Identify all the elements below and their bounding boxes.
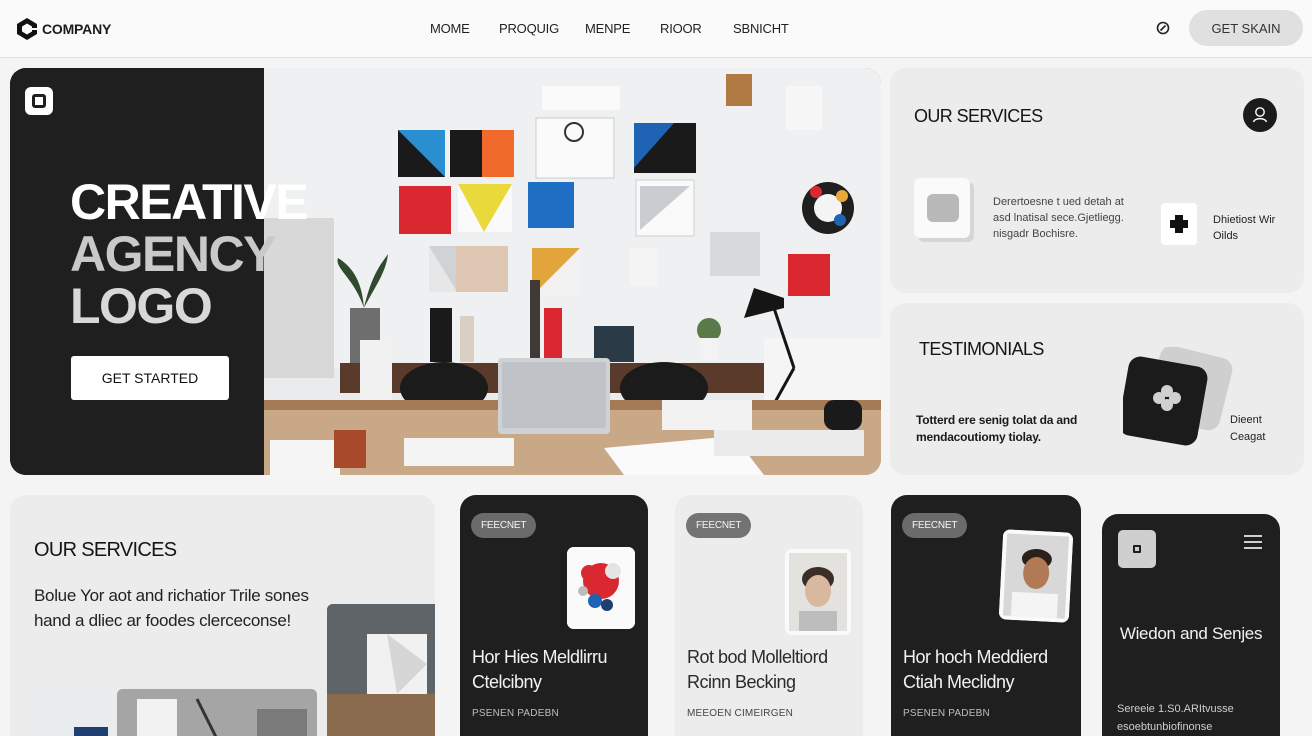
services-card-title: OUR SERVICES: [914, 106, 1043, 126]
testimonials-card: TESTIMONIALS Totterd ere senig tolat da …: [890, 303, 1304, 475]
portfolio-card-2[interactable]: FEECNET Rot bod Molleltiord Rcinn Beckin…: [675, 495, 863, 736]
testimonial-text: Totterd ere senig tolat da and mendacout…: [916, 413, 1078, 444]
bottom-services-card: OUR SERVICES Bolue Yor aot and richatior…: [10, 495, 435, 736]
hero-title-line-3: LOGO: [70, 278, 213, 334]
square-icon: [1133, 545, 1141, 553]
hero-banner: CREATIVE AGENCY LOGO GET STARTED: [10, 68, 881, 475]
portfolio-meta-1: PSENEN PADEBN: [472, 708, 559, 719]
plus-tile[interactable]: [1161, 203, 1197, 245]
hamburger-menu-icon[interactable]: [1244, 535, 1262, 549]
user-avatar-button[interactable]: [1243, 98, 1277, 132]
menu-card: Wiedon and Senjes Sereeie 1.S0.ARItvusse…: [1102, 514, 1280, 736]
portfolio-meta-2: MEEOEN CIMEIRGEN: [687, 708, 793, 719]
nav-link-2[interactable]: PROQUIG: [499, 21, 585, 36]
portfolio-card-3[interactable]: FEECNET Hor hoch Meddierd Ctiah Meclidny…: [891, 495, 1081, 736]
site-header: COMPANY MOME PROQUIG MENPE RIOOR SBNICHT…: [0, 0, 1312, 58]
portfolio-pill-1[interactable]: FEECNET: [471, 513, 537, 538]
portfolio-pill-2[interactable]: FEECNET: [686, 513, 752, 538]
hero-title-line-1: CREATIVE: [70, 174, 309, 230]
service-tile[interactable]: [914, 178, 970, 238]
nav-link-3[interactable]: MENPE: [585, 21, 660, 36]
compass-icon[interactable]: [1154, 19, 1172, 37]
menu-card-title: Wiedon and Senjes: [1119, 624, 1263, 643]
testimonials-title: TESTIMONIALS: [919, 339, 1044, 359]
bottom-services-text: Bolue Yor aot and richatior Trile sones …: [34, 586, 309, 630]
portfolio-title-1: Hor Hies Meldlirru Ctelcibny: [472, 647, 608, 692]
portfolio-thumb-2: [785, 549, 851, 635]
nav-link-5[interactable]: SBNICHT: [733, 21, 789, 36]
service-image-2: [117, 689, 317, 736]
menu-card-text: Sereeie 1.S0.ARItvusse esoebtunbiofinons…: [1117, 703, 1234, 733]
services-card-description: Derertoesne t ued detah at asd lnatisal …: [993, 196, 1124, 240]
header-cta-button[interactable]: GET SKAIN: [1189, 10, 1303, 46]
portfolio-meta-3: PSENEN PADEBN: [903, 708, 990, 719]
portfolio-title-2: Rot bod Molleltiord Rcinn Becking: [687, 647, 828, 692]
services-card: OUR SERVICES Derertoesne t ued detah at …: [890, 68, 1304, 293]
service-image-3: [327, 604, 435, 736]
nav-link-1[interactable]: MOME: [430, 21, 499, 36]
portfolio-thumb-3: [998, 529, 1074, 623]
hero-title: CREATIVE AGENCY LOGO: [70, 176, 390, 332]
service-image-1: [30, 689, 108, 736]
portfolio-thumb-1: [567, 547, 635, 629]
portfolio-title-3: Hor hoch Meddierd Ctiah Meclidny: [903, 647, 1048, 692]
menu-square-button[interactable]: [1118, 530, 1156, 568]
testimonial-author: Dieent Ceagat: [1230, 414, 1266, 443]
service-tile-icon: [927, 194, 959, 222]
portfolio-pill-3[interactable]: FEECNET: [902, 513, 968, 538]
user-icon: [1252, 107, 1268, 123]
nav-link-4[interactable]: RIOOR: [660, 21, 733, 36]
brand-logo[interactable]: COMPANY: [14, 16, 111, 42]
get-started-button[interactable]: GET STARTED: [71, 356, 229, 400]
bottom-services-title: OUR SERVICES: [34, 539, 177, 561]
hero-badge-icon: [25, 87, 53, 115]
plus-icon: [1170, 215, 1188, 233]
hero-title-line-2: AGENCY: [70, 226, 276, 282]
flower-tile-icon: [1123, 347, 1233, 446]
brand-name: COMPANY: [42, 21, 112, 37]
logo-mark-icon: [17, 18, 37, 40]
portfolio-card-1[interactable]: FEECNET Hor Hies Meldlirru Ctelcibny PSE…: [460, 495, 648, 736]
services-secondary-label: Dhietiost Wir Oilds: [1213, 214, 1276, 242]
main-nav: MOME PROQUIG MENPE RIOOR SBNICHT: [430, 21, 789, 36]
